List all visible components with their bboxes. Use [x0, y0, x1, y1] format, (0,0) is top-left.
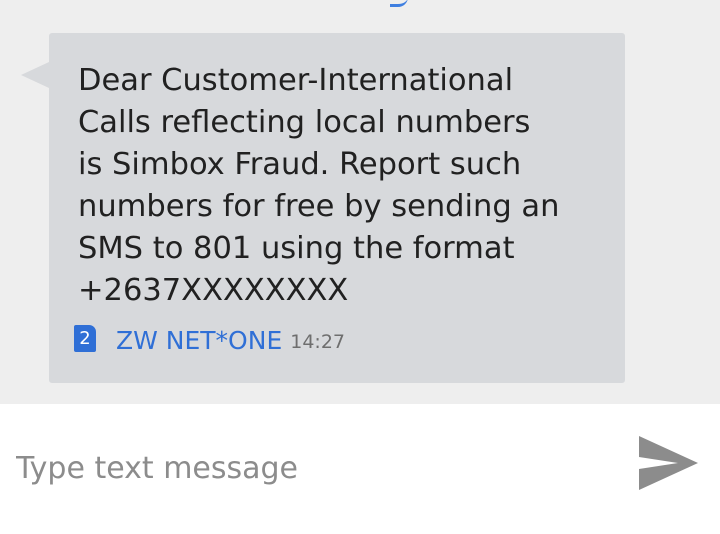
sender-name: ZW NET*ONE — [116, 325, 283, 355]
message-composer — [0, 404, 720, 534]
message-input[interactable] — [16, 440, 596, 496]
incoming-message-bubble[interactable]: Dear Customer-International Calls reflec… — [49, 33, 625, 383]
sim-card-icon: 2 — [74, 324, 96, 352]
send-button[interactable] — [634, 430, 704, 500]
message-body: Dear Customer-International Calls reflec… — [78, 63, 560, 308]
sim-slot-number: 2 — [79, 327, 91, 349]
bubble-tail — [21, 62, 49, 88]
send-icon — [639, 436, 698, 490]
previous-message-fragment — [390, 0, 408, 7]
message-meta: 2 ZW NET*ONE 14:27 — [74, 324, 345, 356]
message-timestamp: 14:27 — [290, 331, 346, 353]
message-thread[interactable]: Dear Customer-International Calls reflec… — [0, 0, 720, 404]
